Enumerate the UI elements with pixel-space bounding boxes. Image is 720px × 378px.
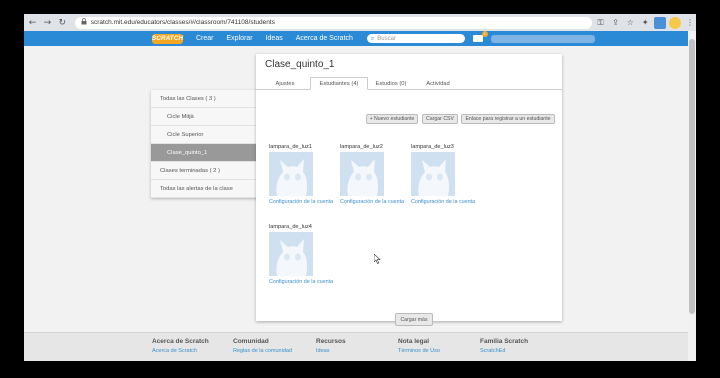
student-card: lampara_de_luz2 Configuración de la cuent… [340, 144, 416, 205]
star-icon[interactable]: ☆ [624, 17, 636, 29]
footer-heading: Acerca de Scratch [152, 338, 209, 345]
search-icon: ⌕ [370, 34, 375, 42]
student-card: lampara_de_luz1 Configuración de la cuent… [269, 144, 345, 205]
nav-explorar[interactable]: Explorar [227, 35, 253, 42]
sidebar-item[interactable]: Todas las Clases ( 3 ) [151, 90, 269, 108]
footer-col-about: Acerca de Scratch Acerca de Scratch [152, 338, 209, 354]
tab-estudios[interactable]: Estudios (0) [368, 77, 414, 90]
student-card: lampara_de_luz4 Configuración de la cuent… [269, 224, 345, 285]
sidebar-item[interactable]: Cicle Mitjà [151, 108, 269, 126]
tab-actividad[interactable]: Actividad [414, 77, 462, 90]
student-name: lampara_de_luz4 [269, 224, 312, 230]
mouse-cursor-icon [374, 254, 381, 264]
scratch-logo[interactable]: SCRATCH [152, 33, 183, 44]
profile-avatar[interactable] [669, 16, 682, 29]
student-name: lampara_de_luz1 [269, 144, 312, 150]
sidebar-item[interactable]: Clase_quinto_1 [151, 144, 269, 162]
class-panel: Clase_quinto_1 Ajustes Estudiantes (4) E… [256, 54, 562, 326]
footer-heading: Familia Scratch [480, 338, 529, 345]
page-scrollbar[interactable] [688, 31, 696, 361]
account-settings-link[interactable]: Configuración de la cuenta [340, 199, 416, 205]
scrollbar-thumb[interactable] [689, 39, 695, 314]
nav-ideas[interactable]: Ideas [266, 35, 283, 42]
share-icon[interactable]: ⇪ [609, 17, 621, 29]
account-settings-link[interactable]: Configuración de la cuenta [411, 199, 487, 205]
scratch-navbar: SCRATCH Crear Explorar Ideas Acerca de S… [24, 31, 688, 46]
account-settings-link[interactable]: Configuración de la cuenta [269, 279, 345, 285]
student-avatar[interactable] [340, 152, 384, 196]
student-avatar[interactable] [411, 152, 455, 196]
scratch-cat-icon [269, 152, 313, 196]
footer-link[interactable]: ScratchEd [480, 348, 528, 354]
key-icon[interactable]: ⚿ [595, 17, 607, 29]
nav-crear[interactable]: Crear [196, 35, 214, 42]
search-input[interactable]: ⌕ Buscar [366, 34, 465, 43]
sidebar-item[interactable]: Cicle Superior [151, 126, 269, 144]
footer-col-family: Familia Scratch ScratchEd [480, 338, 528, 354]
class-tabs: Ajustes Estudiantes (4) Estudios (0) Act… [256, 77, 562, 90]
site-footer: Acerca de Scratch Acerca de Scratch Comu… [24, 332, 688, 361]
message-count-badge: 1 [481, 31, 488, 37]
student-avatar[interactable] [269, 232, 313, 276]
nav-acerca[interactable]: Acerca de Scratch [296, 35, 353, 42]
sidebar-item[interactable]: Clases terminadas ( 2 ) [151, 162, 269, 180]
sidebar-item[interactable]: Todas las alertas de la clase [151, 180, 269, 198]
tab-ajustes[interactable]: Ajustes [260, 77, 310, 90]
footer-link[interactable]: Acerca de Scratch [152, 348, 209, 354]
back-icon[interactable]: ← [26, 16, 39, 29]
student-card: lampara_de_luz3 Configuración de la cuent… [411, 144, 487, 205]
tab-estudiantes[interactable]: Estudiantes (4) [310, 77, 368, 90]
load-more-button[interactable]: Cargar más [395, 313, 433, 326]
classes-sidebar: Todas las Clases ( 3 ) Cicle Mitjà Cicle S… [151, 90, 269, 198]
scratch-cat-icon [340, 152, 384, 196]
footer-link[interactable]: Ideas [316, 348, 346, 354]
registration-link-button[interactable]: Enlace para registrar a un estudiante [461, 114, 555, 124]
student-name: lampara_de_luz3 [411, 144, 454, 150]
footer-heading: Nota legal [398, 338, 430, 345]
new-student-button[interactable]: + Nuevo estudiante [366, 114, 418, 124]
footer-heading: Recursos [316, 338, 346, 345]
browser-toolbar: ← → ↻ scratch.mit.edu/educators/classes/… [24, 14, 696, 31]
browser-window: ← → ↻ scratch.mit.edu/educators/classes/… [24, 14, 696, 361]
address-bar[interactable]: scratch.mit.edu/educators/classes/#/clas… [74, 16, 592, 29]
footer-col-community: Comunidad Reglas de la comunidad [233, 338, 292, 354]
sidepanel-icon[interactable] [654, 16, 667, 29]
footer-heading: Comunidad [233, 338, 269, 345]
student-avatar[interactable] [269, 152, 313, 196]
url-text: scratch.mit.edu/educators/classes/#/clas… [90, 19, 275, 26]
menu-icon[interactable]: ⋮ [684, 17, 696, 29]
page-title: Clase_quinto_1 [265, 59, 335, 70]
footer-link[interactable]: Reglas de la comunidad [233, 348, 292, 354]
footer-link[interactable]: Términos de Uso [398, 348, 440, 354]
scratch-cat-icon [411, 152, 455, 196]
forward-icon[interactable]: → [41, 16, 54, 29]
footer-col-resources: Recursos Ideas [316, 338, 346, 354]
student-name: lampara_de_luz2 [340, 144, 383, 150]
account-settings-link[interactable]: Configuración de la cuenta [269, 199, 345, 205]
user-menu[interactable] [490, 34, 595, 43]
puzzle-icon[interactable]: ✦ [639, 17, 651, 29]
search-placeholder: Buscar [377, 35, 396, 42]
upload-csv-button[interactable]: Cargar CSV [422, 114, 458, 124]
footer-col-legal: Nota legal Términos de Uso [398, 338, 440, 354]
messages-icon[interactable]: 1 [472, 31, 488, 42]
lock-icon [81, 18, 87, 27]
reload-icon[interactable]: ↻ [56, 16, 69, 29]
scratch-cat-icon [269, 232, 313, 276]
